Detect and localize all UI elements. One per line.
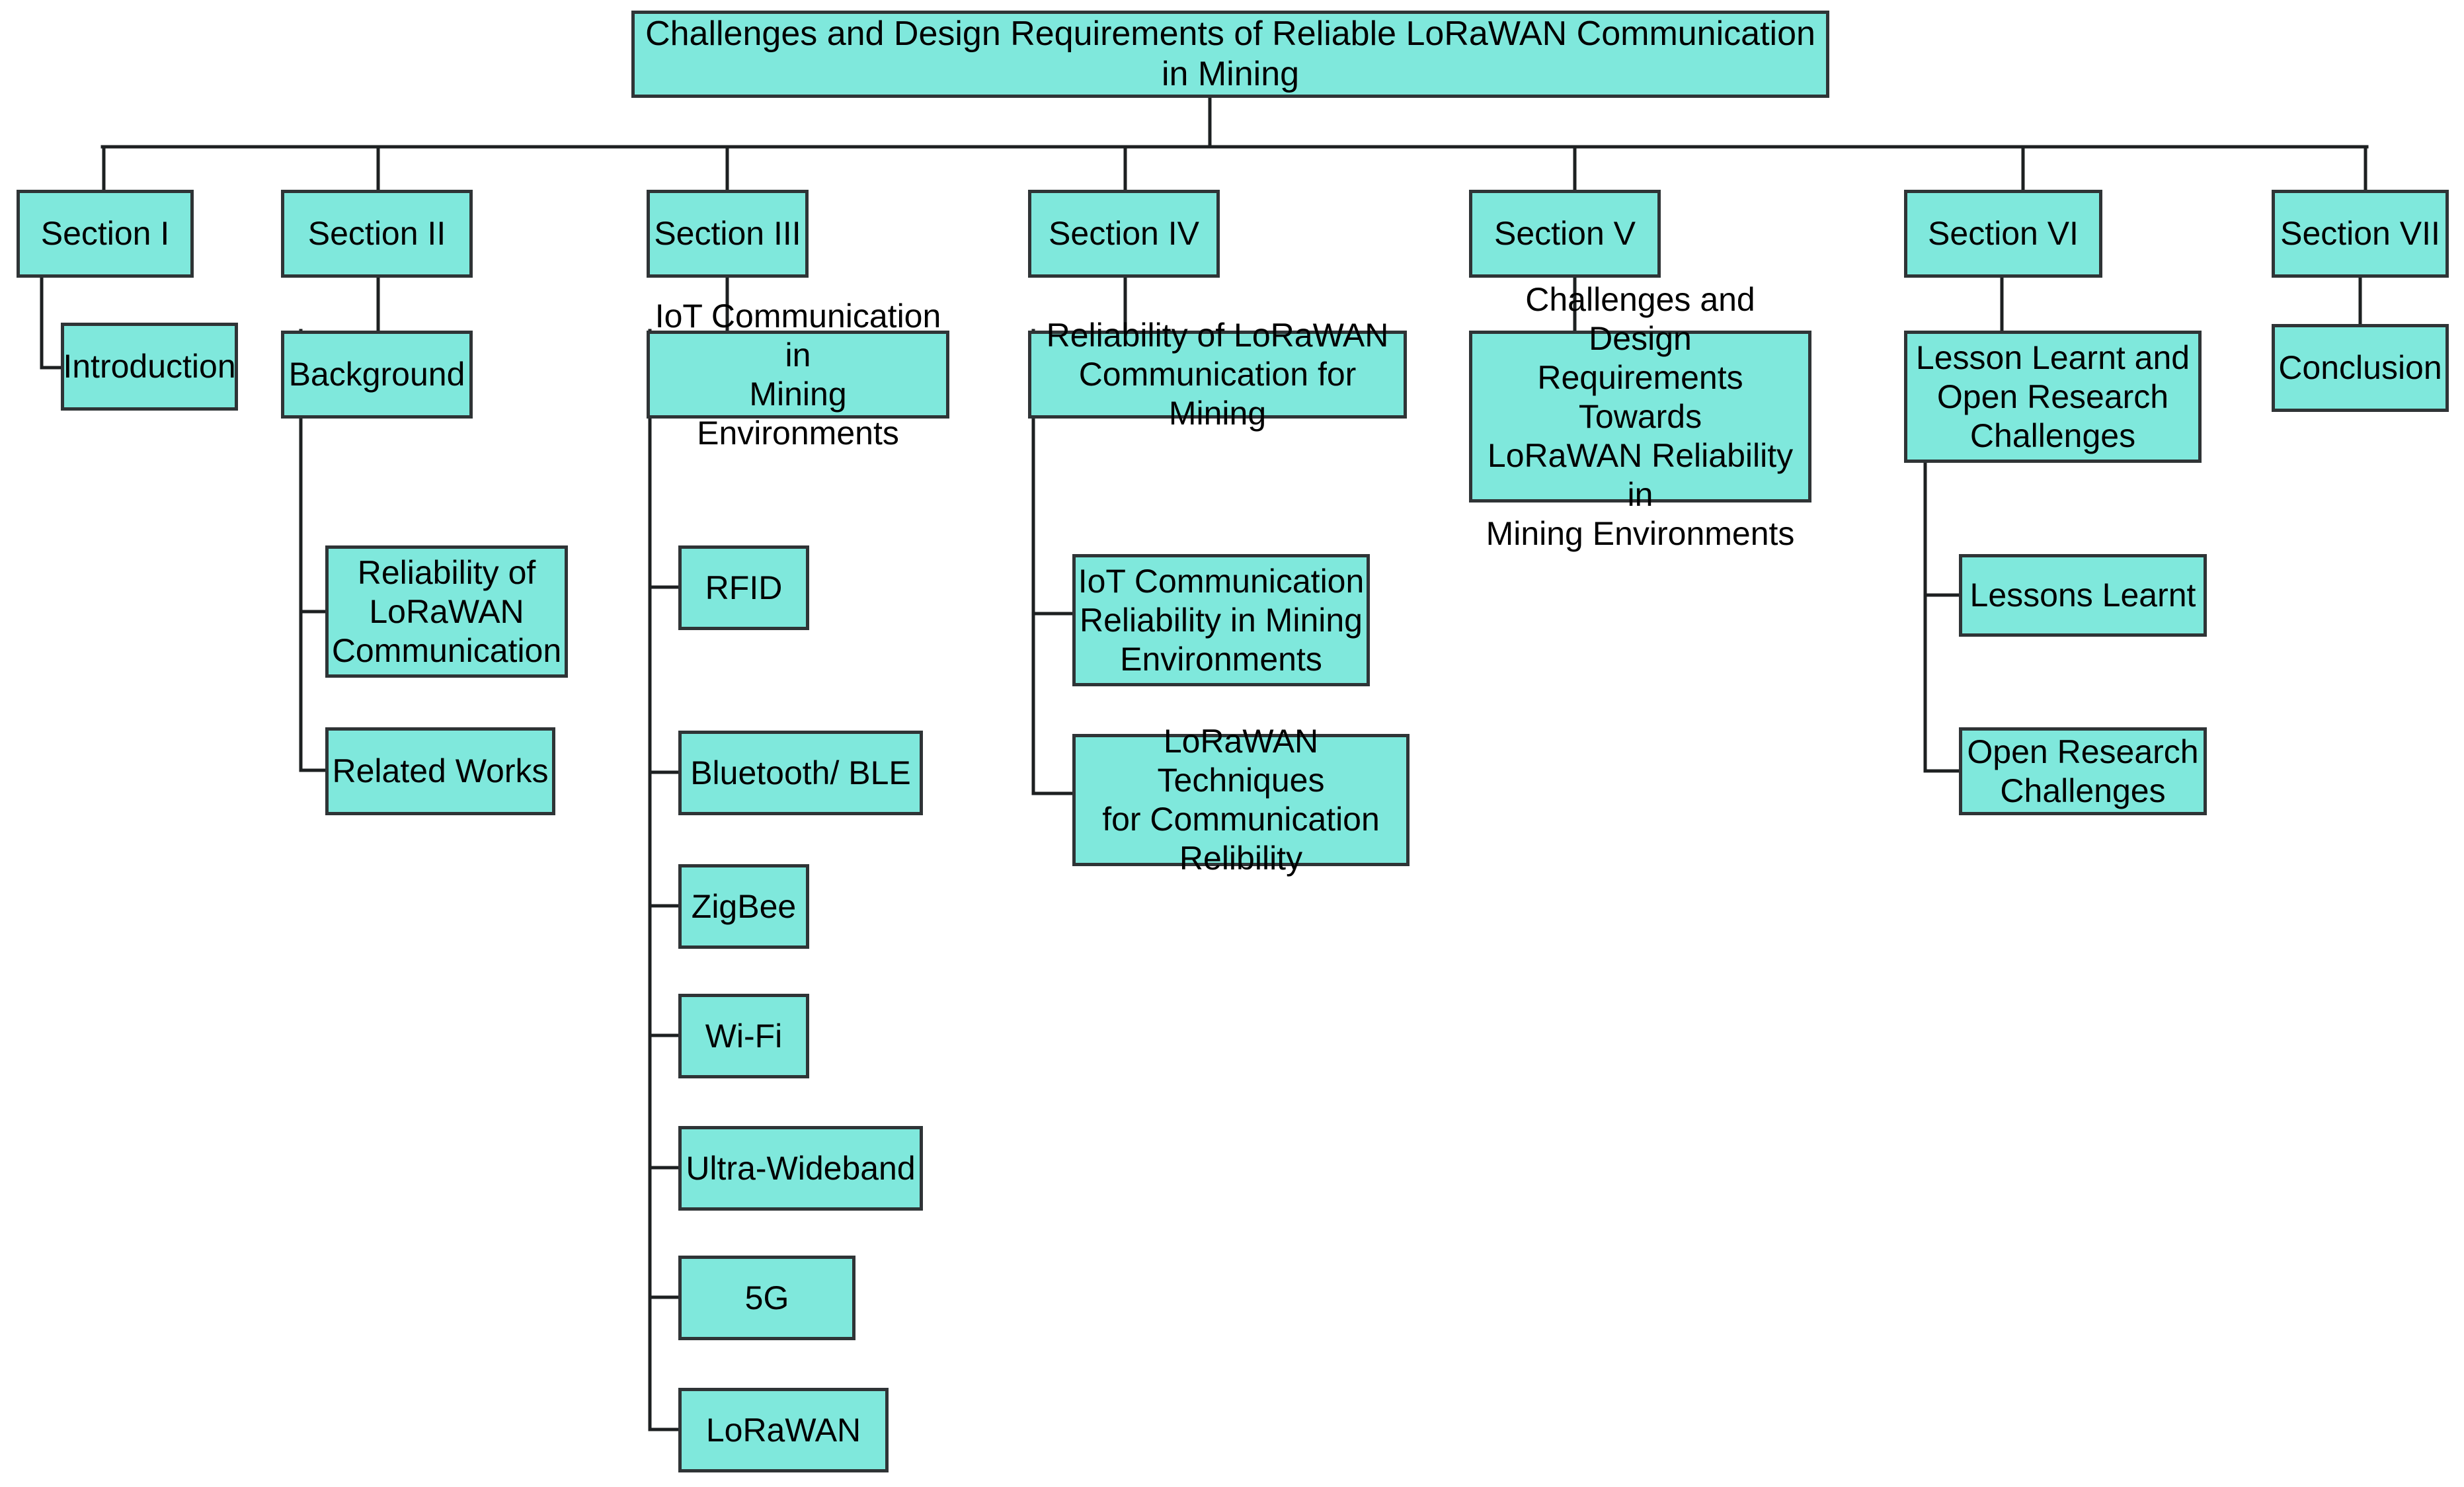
edge-section-1-to-introduction: [40, 276, 63, 370]
section-node-2[interactable]: Section II: [281, 190, 473, 278]
section-node-6[interactable]: Section VI: [1904, 190, 2102, 278]
topic-node-conclusion[interactable]: Conclusion: [2272, 324, 2449, 412]
child-node-open-research-challenges[interactable]: Open Research Challenges: [1959, 727, 2207, 815]
topic-node-reliability-of-lorawan-communication-for-mining[interactable]: Reliability of LoRaWAN Communication for…: [1028, 317, 1407, 432]
child-node-lessons-learnt[interactable]: Lessons Learnt: [1959, 554, 2207, 637]
child-node-5g[interactable]: 5G: [678, 1256, 855, 1340]
child-node-rfid[interactable]: RFID: [678, 545, 809, 630]
diagram-canvas: Challenges and Design Requirements of Re…: [0, 0, 2464, 1487]
child-node-lorawan[interactable]: LoRaWAN: [678, 1388, 889, 1472]
root-node[interactable]: Challenges and Design Requirements of Re…: [631, 11, 1829, 98]
topic-node-challenges-and-design-requirements[interactable]: Challenges and Design Requirements Towar…: [1469, 281, 1811, 552]
section-node-1[interactable]: Section I: [17, 190, 194, 278]
topic-node-introduction[interactable]: Introduction: [61, 323, 238, 411]
child-node-zigbee[interactable]: ZigBee: [678, 864, 809, 949]
section-node-5[interactable]: Section V: [1469, 190, 1661, 278]
section-node-7[interactable]: Section VII: [2272, 190, 2449, 278]
child-node-lorawan-techniques-for-communication-relibility[interactable]: LoRaWAN Techniques for Communication Rel…: [1072, 723, 1410, 877]
child-node-wi-fi[interactable]: Wi-Fi: [678, 994, 809, 1078]
child-node-ultra-wideband[interactable]: Ultra-Wideband: [678, 1126, 923, 1211]
edge-background-to-child-2: [299, 610, 329, 772]
section-node-3[interactable]: Section III: [647, 190, 809, 278]
child-node-related-works[interactable]: Related Works: [325, 727, 555, 815]
child-node-iot-communication-reliability-in-mining-environments[interactable]: IoT Communication Reliability in Mining …: [1072, 554, 1370, 686]
section-node-4[interactable]: Section IV: [1028, 190, 1220, 278]
topic-node-iot-communication-in-mining-environments[interactable]: IoT Communication in Mining Environments: [647, 298, 949, 452]
child-node-bluetooth-ble[interactable]: Bluetooth/ BLE: [678, 731, 923, 815]
topic-node-lesson-learnt-and-open-research-challenges[interactable]: Lesson Learnt and Open Research Challeng…: [1904, 331, 2202, 463]
topic-node-background[interactable]: Background: [281, 331, 473, 419]
child-node-reliability-of-lorawan-communication[interactable]: Reliability of LoRaWAN Communication: [325, 545, 568, 678]
